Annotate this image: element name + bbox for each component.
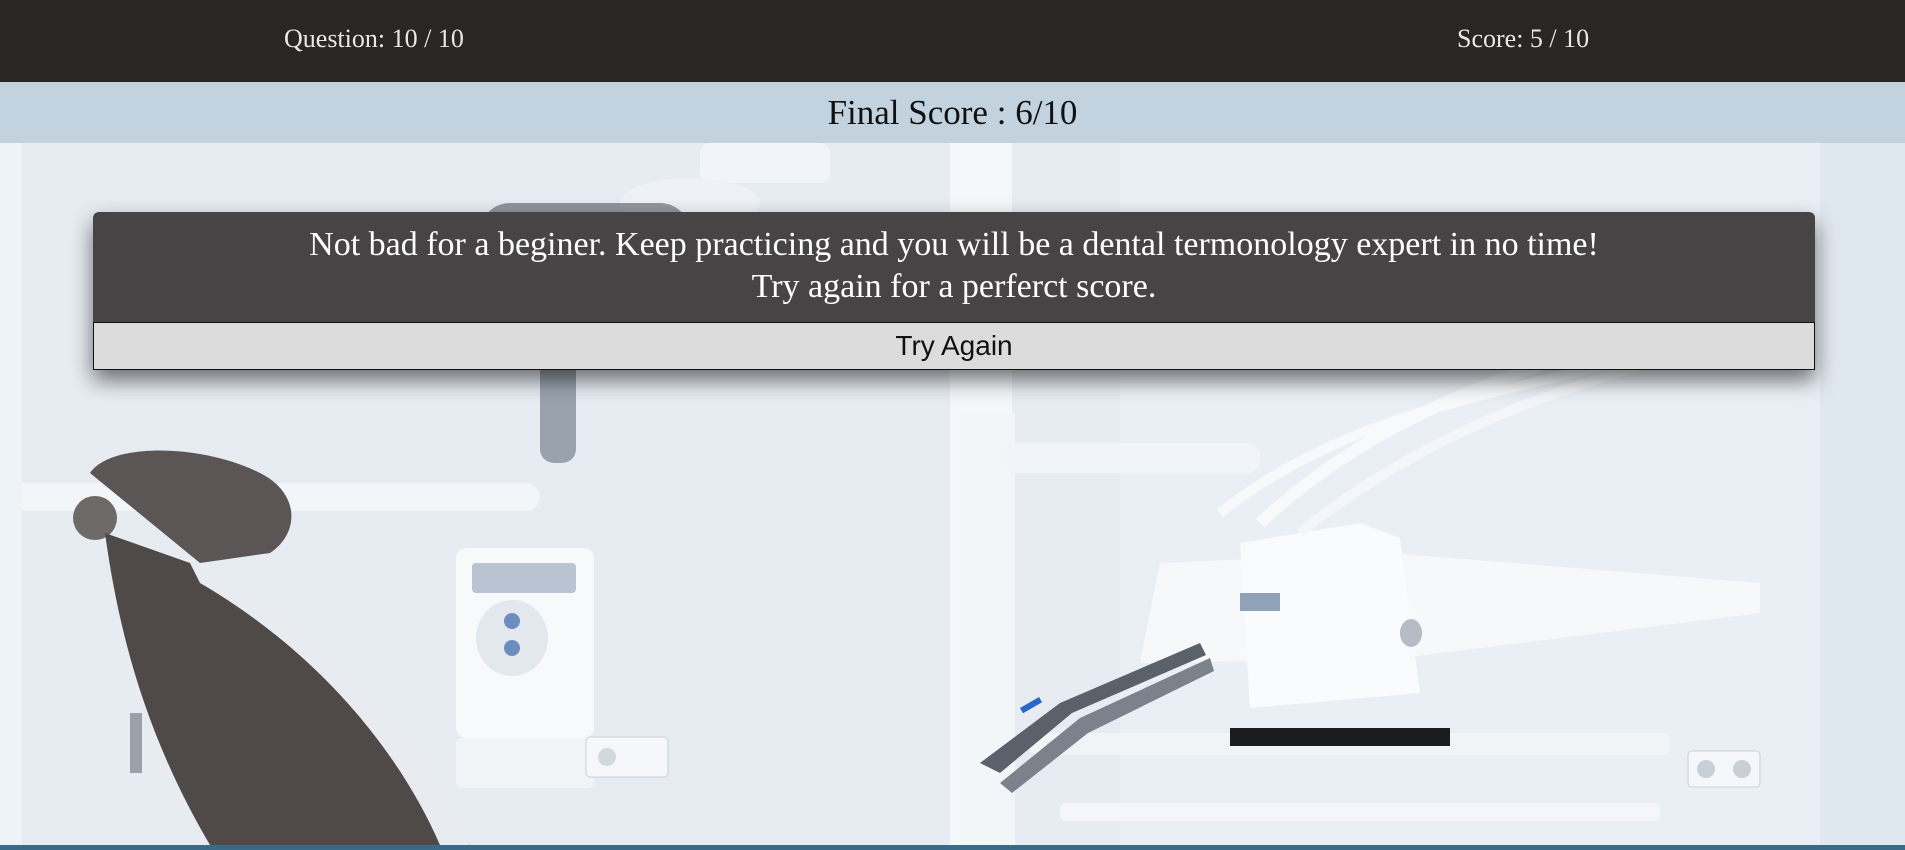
final-score: Final Score : 6/10 [0, 82, 1905, 143]
result-message: Not bad for a beginer. Keep practicing a… [93, 224, 1815, 308]
quiz-header: Question: 10 / 10 Score: 5 / 10 [0, 0, 1905, 82]
bottom-border [0, 845, 1905, 850]
score-counter: Score: 5 / 10 [1457, 24, 1590, 53]
question-counter: Question: 10 / 10 [284, 24, 464, 53]
result-message-line-1: Not bad for a beginer. Keep practicing a… [309, 226, 1599, 263]
result-message-line-2: Try again for a perferct score. [751, 268, 1157, 305]
try-again-button[interactable]: Try Again [93, 322, 1815, 370]
result-dialog: Not bad for a beginer. Keep practicing a… [93, 212, 1815, 370]
